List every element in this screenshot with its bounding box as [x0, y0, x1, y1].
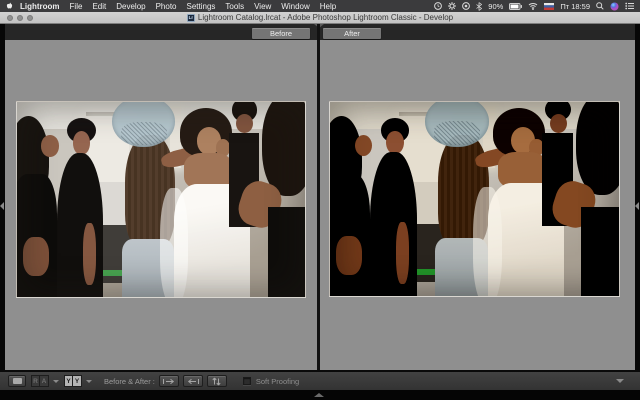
before-photo[interactable]: [16, 101, 306, 298]
swap-arrows-icon: [212, 377, 221, 386]
clock-app-icon[interactable]: [434, 2, 442, 10]
macos-menubar: Lightroom File Edit Develop Photo Settin…: [0, 0, 640, 12]
menubar-status-area: 90% Пт 18:59: [434, 2, 634, 11]
menu-develop[interactable]: Develop: [111, 2, 150, 11]
menu-help[interactable]: Help: [315, 2, 341, 11]
after-label-tab[interactable]: After: [323, 28, 381, 39]
before-after-group-label: Before & After :: [104, 377, 155, 386]
window-titlebar[interactable]: Lr Lightroom Catalog.lrcat - Adobe Photo…: [0, 12, 640, 24]
menu-view[interactable]: View: [249, 2, 276, 11]
reference-view-right-label: A: [40, 375, 49, 387]
photo-content: [330, 102, 619, 296]
photo-shape-vignette: [330, 102, 619, 296]
gear-icon[interactable]: [448, 2, 456, 10]
compare-header-strip: Before After: [0, 24, 640, 40]
bottom-panel-reveal-arrow-icon[interactable]: [314, 393, 324, 397]
toolbar-options-arrow-icon[interactable]: [616, 379, 624, 383]
menu-tools[interactable]: Tools: [220, 2, 249, 11]
menu-photo[interactable]: Photo: [151, 2, 182, 11]
spotlight-search-icon[interactable]: [596, 2, 604, 10]
loupe-view-icon: [13, 378, 22, 384]
title-wrap: Lr Lightroom Catalog.lrcat - Adobe Photo…: [187, 13, 453, 22]
loupe-view-button[interactable]: [8, 375, 26, 387]
arrow-right-icon: [163, 378, 175, 385]
screen: Lightroom File Edit Develop Photo Settin…: [0, 0, 640, 400]
before-after-dropdown-icon[interactable]: [86, 380, 92, 383]
menu-edit[interactable]: Edit: [87, 2, 111, 11]
lightroom-doc-icon: Lr: [187, 14, 195, 22]
left-panel-collapsed-strip[interactable]: [0, 24, 5, 390]
left-panel-reveal-arrow-icon[interactable]: [0, 202, 4, 210]
swap-before-after-button[interactable]: [207, 375, 227, 387]
clock-label: Пт 18:59: [560, 2, 590, 11]
after-photo[interactable]: [329, 101, 620, 297]
battery-percent-label: 90%: [488, 2, 503, 11]
photo-content: [17, 102, 305, 297]
bluetooth-icon[interactable]: [476, 2, 482, 11]
before-after-right-label: Y: [73, 375, 82, 387]
siri-icon[interactable]: [610, 2, 619, 11]
notification-center-icon[interactable]: [625, 2, 634, 10]
menu-window[interactable]: Window: [276, 2, 314, 11]
camera-icon[interactable]: [462, 2, 470, 10]
window-controls: [7, 15, 33, 21]
compare-pane-divider: [317, 24, 320, 370]
zoom-button[interactable]: [27, 15, 33, 21]
before-after-left-label: Y: [64, 375, 73, 387]
before-after-view-button[interactable]: Y Y: [64, 375, 82, 387]
photo-shape-vignette: [17, 102, 305, 297]
menu-file[interactable]: File: [65, 2, 88, 11]
window-title: Lightroom Catalog.lrcat - Adobe Photosho…: [198, 13, 453, 22]
arrow-left-icon: [187, 378, 199, 385]
soft-proofing-checkbox[interactable]: [243, 377, 251, 385]
menu-lightroom[interactable]: Lightroom: [15, 2, 65, 11]
filmstrip-collapsed-strip[interactable]: [0, 390, 640, 400]
input-language-flag-icon[interactable]: [544, 3, 554, 10]
wifi-icon[interactable]: [528, 2, 538, 10]
reference-view-left-label: R: [31, 375, 40, 387]
close-button[interactable]: [7, 15, 13, 21]
apple-menu-icon[interactable]: [6, 2, 13, 10]
copy-after-to-before-button[interactable]: [183, 375, 203, 387]
reference-view-dropdown-icon[interactable]: [53, 380, 59, 383]
soft-proofing-label: Soft Proofing: [256, 377, 299, 386]
right-panel-collapsed-strip[interactable]: [635, 24, 640, 390]
minimize-button[interactable]: [17, 15, 23, 21]
before-label-tab[interactable]: Before: [252, 28, 310, 39]
right-panel-reveal-arrow-icon[interactable]: [635, 202, 639, 210]
menu-settings[interactable]: Settings: [182, 2, 221, 11]
develop-canvas: [0, 40, 640, 370]
reference-view-button[interactable]: R A: [31, 375, 49, 387]
develop-toolbar: R A Y Y Before & After : Soft Proofing: [0, 370, 640, 390]
copy-before-to-after-button[interactable]: [159, 375, 179, 387]
battery-icon[interactable]: [509, 3, 522, 10]
